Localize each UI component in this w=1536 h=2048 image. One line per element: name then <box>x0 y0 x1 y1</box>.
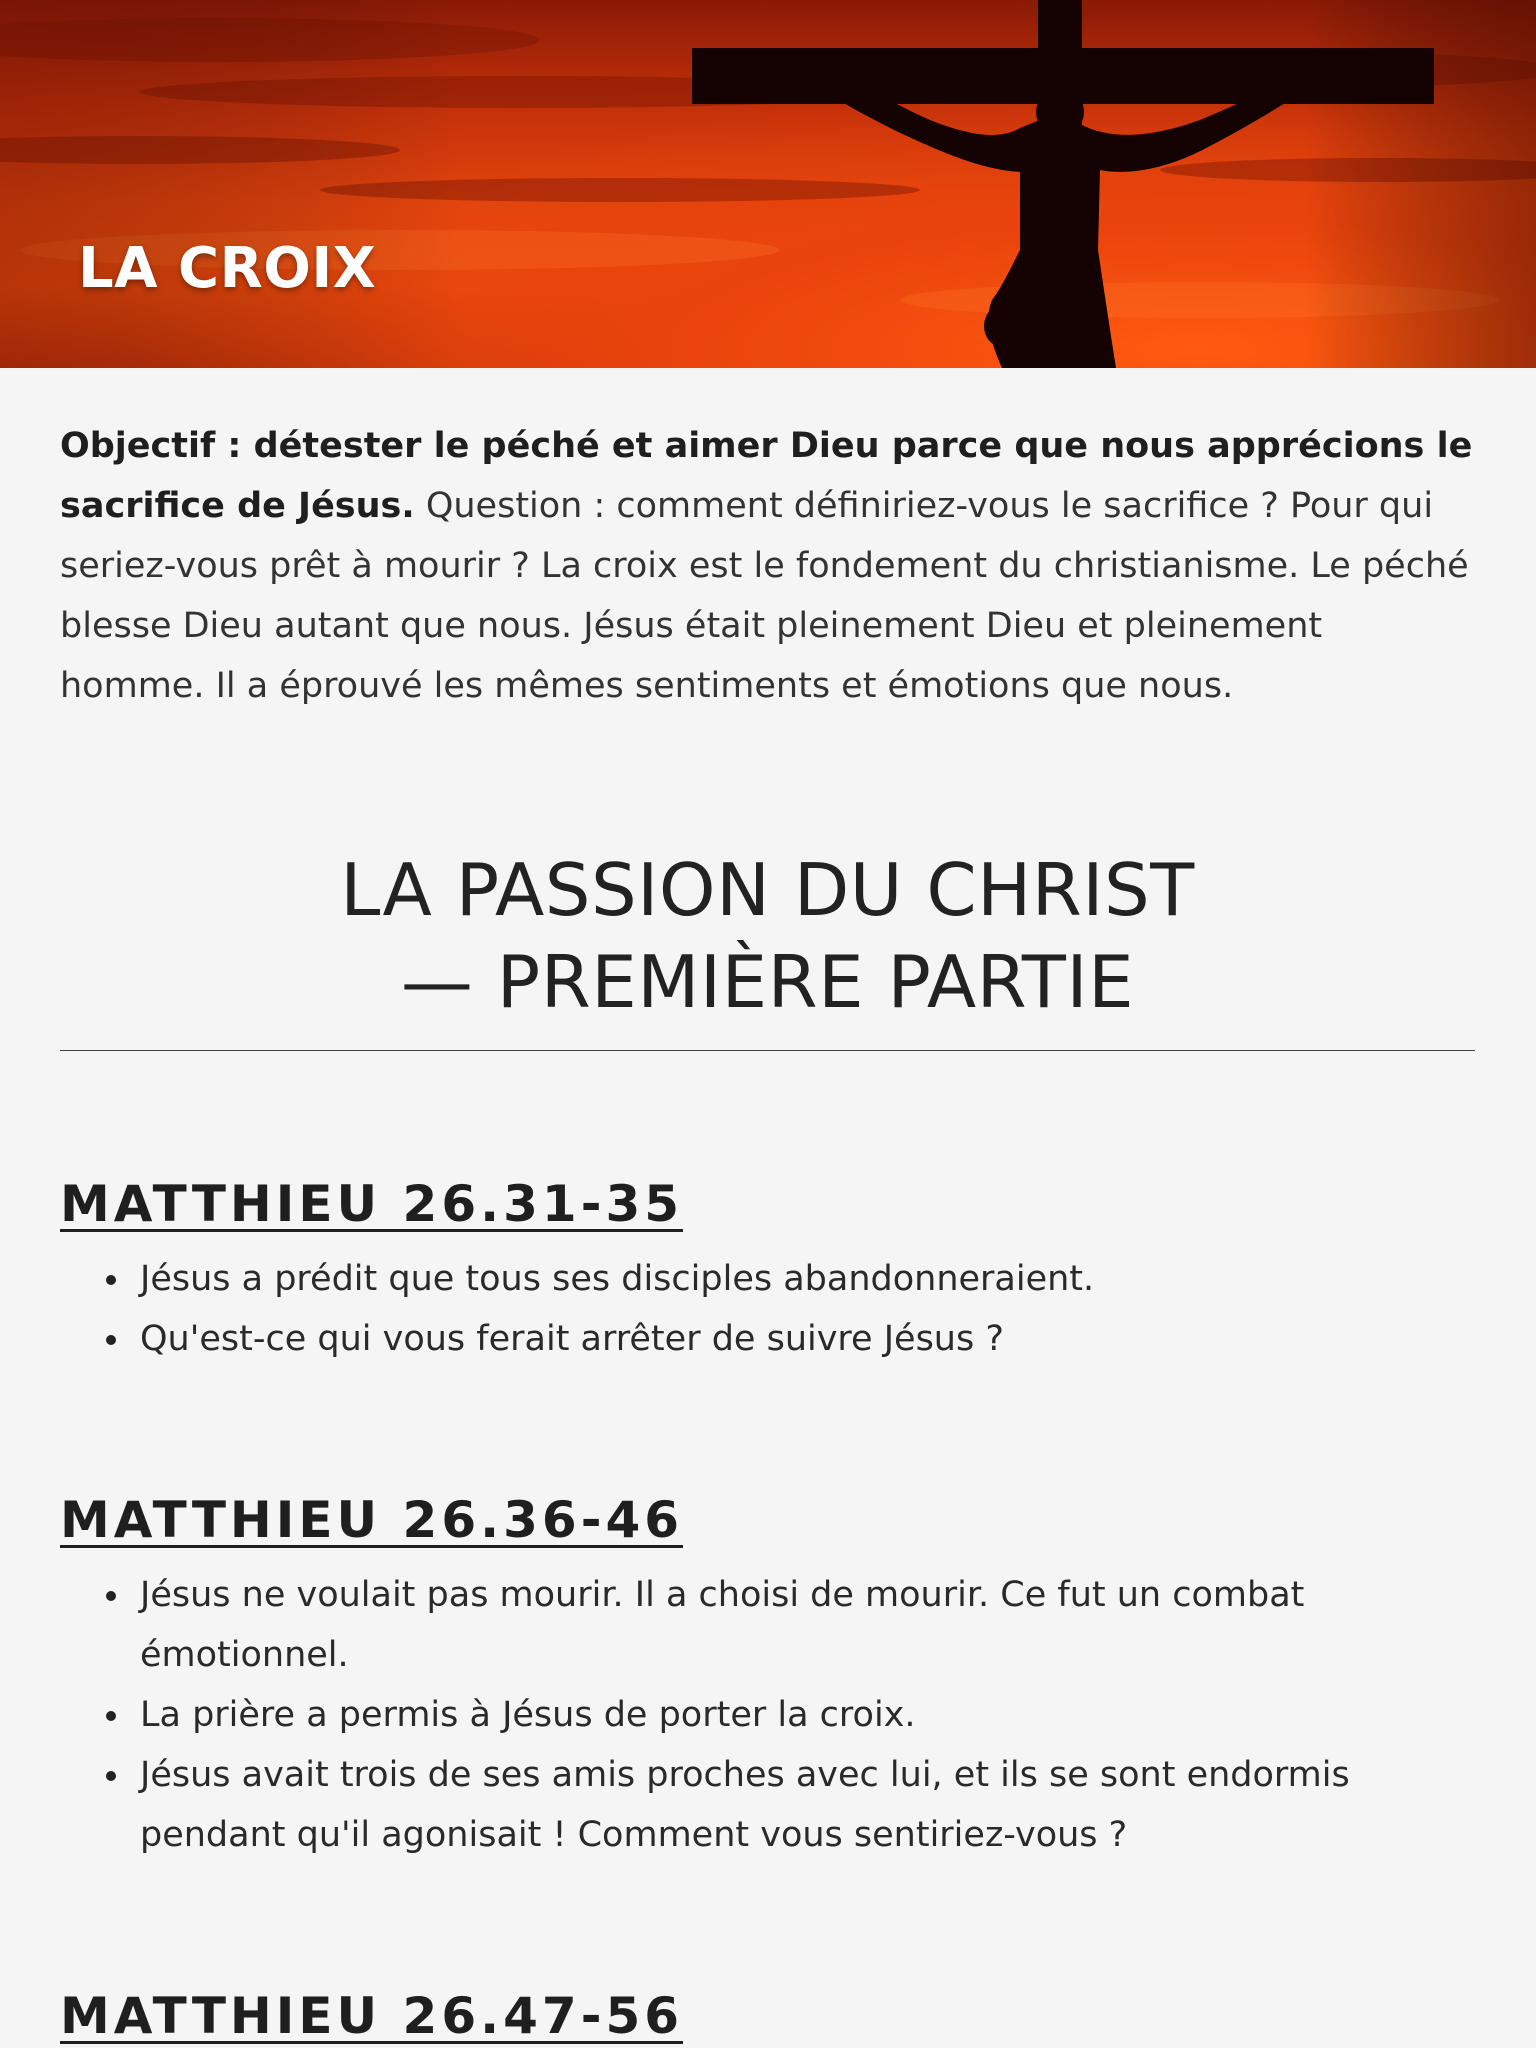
passage-section: MATTHIEU 26.36-46 Jésus ne voulait pas m… <box>60 1489 1475 1865</box>
list-item: Jésus ne voulait pas mourir. Il a choisi… <box>106 1565 1475 1685</box>
passage-points: Jésus a prédit que tous ses disciples ab… <box>60 1249 1475 1369</box>
passage-section: MATTHIEU 26.31-35 Jésus a prédit que tou… <box>60 1173 1475 1369</box>
list-item: Jésus avait trois de ses amis proches av… <box>106 1745 1475 1865</box>
section-divider <box>60 1050 1475 1051</box>
list-item: La prière a permis à Jésus de porter la … <box>106 1685 1475 1745</box>
hero-banner: LA CROIX <box>0 0 1536 368</box>
section-title-line2: — PREMIÈRE PARTIE <box>400 940 1135 1024</box>
section-title-line1: LA PASSION DU CHRIST <box>340 848 1195 932</box>
main-content: Objectif : détester le péché et aimer Di… <box>0 416 1536 2047</box>
section-title: LA PASSION DU CHRIST — PREMIÈRE PARTIE <box>60 844 1475 1028</box>
passage-reference: MATTHIEU 26.47-56 <box>60 1987 684 2045</box>
intro-paragraph: Objectif : détester le péché et aimer Di… <box>60 416 1475 716</box>
list-item: Jésus a prédit que tous ses disciples ab… <box>106 1249 1475 1309</box>
crucifix-silhouette-image <box>0 0 1536 368</box>
passage-points: Jésus ne voulait pas mourir. Il a choisi… <box>60 1565 1475 1865</box>
passage-reference: MATTHIEU 26.36-46 <box>60 1491 684 1549</box>
page-title: LA CROIX <box>78 236 377 301</box>
list-item: Qu'est-ce qui vous ferait arrêter de sui… <box>106 1309 1475 1369</box>
passage-reference: MATTHIEU 26.31-35 <box>60 1175 684 1233</box>
passage-section: MATTHIEU 26.47-56 <box>60 1985 1475 2047</box>
